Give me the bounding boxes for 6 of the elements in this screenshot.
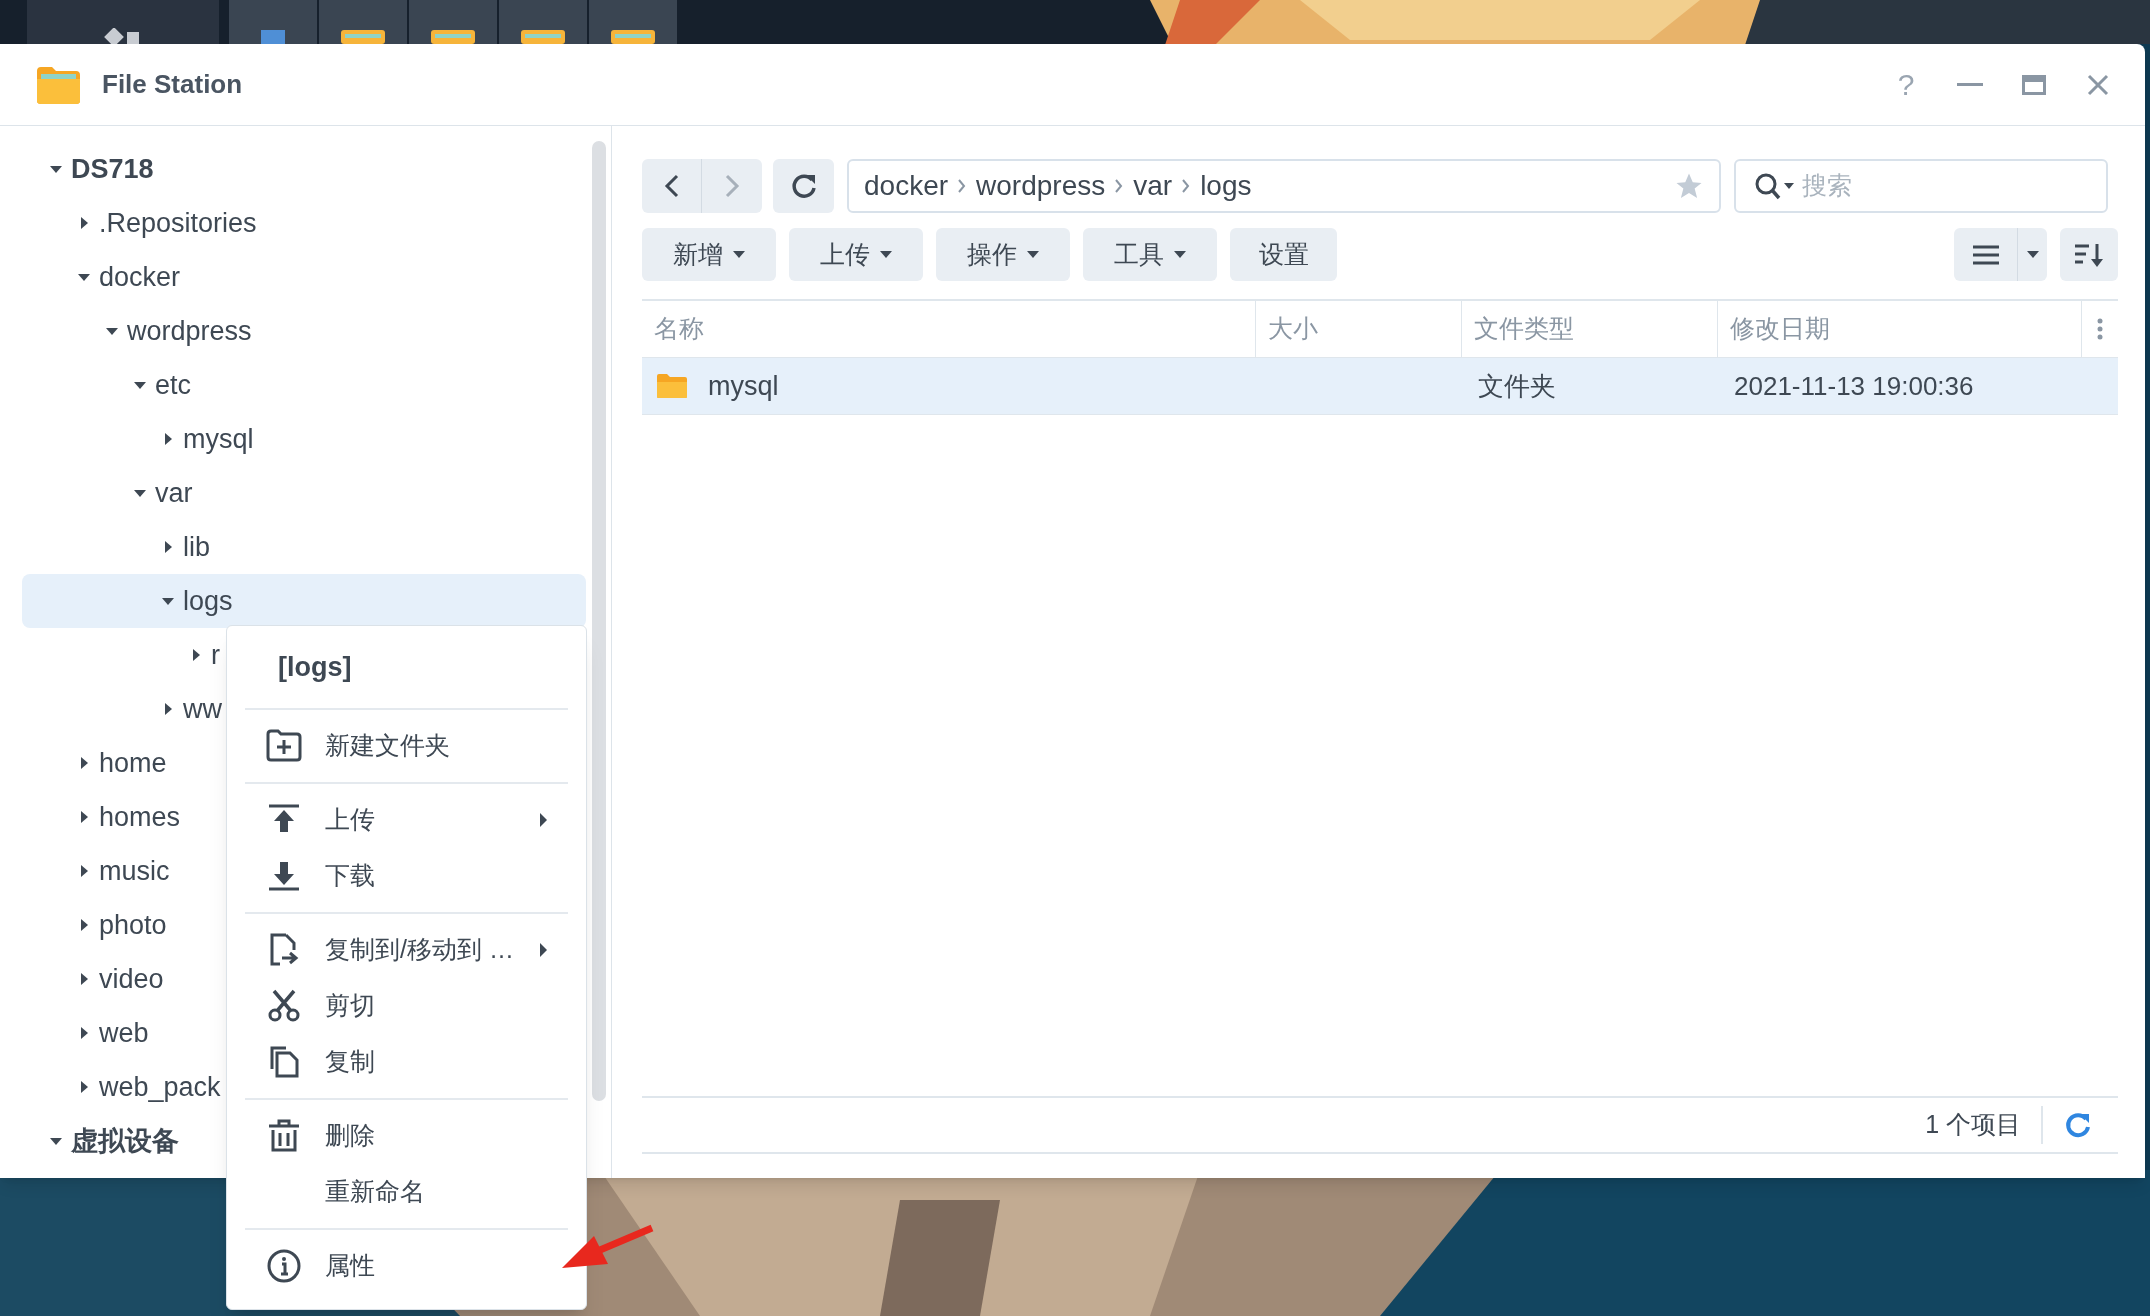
file-type: 文件夹 xyxy=(1477,369,1557,403)
window-title: File Station xyxy=(102,68,243,101)
modified-date: 2021-11-13 19:00:36 xyxy=(1733,369,1975,403)
item-count: 1 个项目 xyxy=(1925,1109,2021,1141)
file-name: mysql xyxy=(708,369,779,403)
menu-title: [logs] xyxy=(278,650,352,684)
